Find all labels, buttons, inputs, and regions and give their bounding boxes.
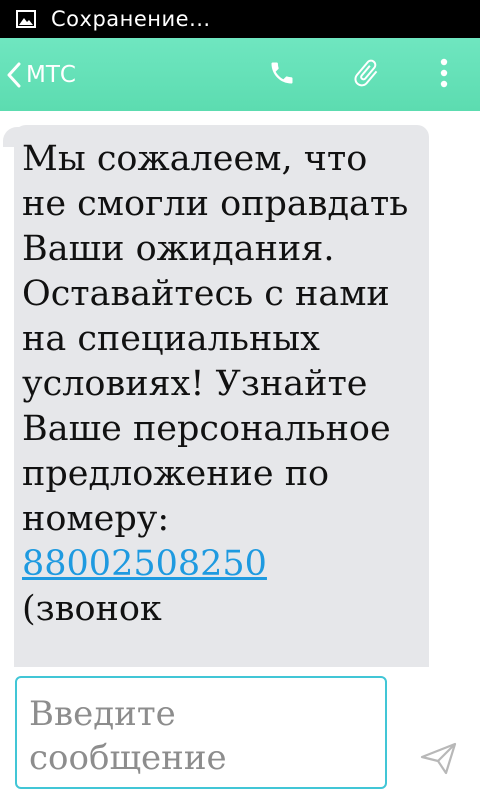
chevron-left-icon xyxy=(6,61,24,89)
compose-bar: Введите сообщение xyxy=(0,667,480,800)
message-continuation: (звонок xyxy=(22,589,162,629)
conversation-title: МТС xyxy=(26,61,76,88)
message-input[interactable]: Введите сообщение xyxy=(15,676,387,789)
phone-icon xyxy=(268,59,296,91)
phone-number-link[interactable]: 88002508250 xyxy=(22,544,267,584)
status-text: Сохранение... xyxy=(51,7,211,31)
status-bar: Сохранение... xyxy=(0,0,480,38)
back-button[interactable]: МТС xyxy=(0,38,86,111)
header-actions xyxy=(240,38,480,111)
overflow-menu-button[interactable] xyxy=(408,38,480,111)
overflow-menu-icon xyxy=(440,58,448,92)
send-icon xyxy=(420,741,458,779)
paperclip-icon xyxy=(350,56,382,94)
image-icon xyxy=(15,8,37,30)
conversation-header: МТС xyxy=(0,38,480,111)
message-text: Мы сожалеем, что не смогли оправдать Ваш… xyxy=(22,137,422,632)
call-button[interactable] xyxy=(240,38,324,111)
message-list[interactable]: Мы сожалеем, что не смогли оправдать Ваш… xyxy=(0,111,480,667)
message-body: Мы сожалеем, что не смогли оправдать Ваш… xyxy=(22,139,409,539)
attach-button[interactable] xyxy=(324,38,408,111)
send-button[interactable] xyxy=(406,727,472,793)
